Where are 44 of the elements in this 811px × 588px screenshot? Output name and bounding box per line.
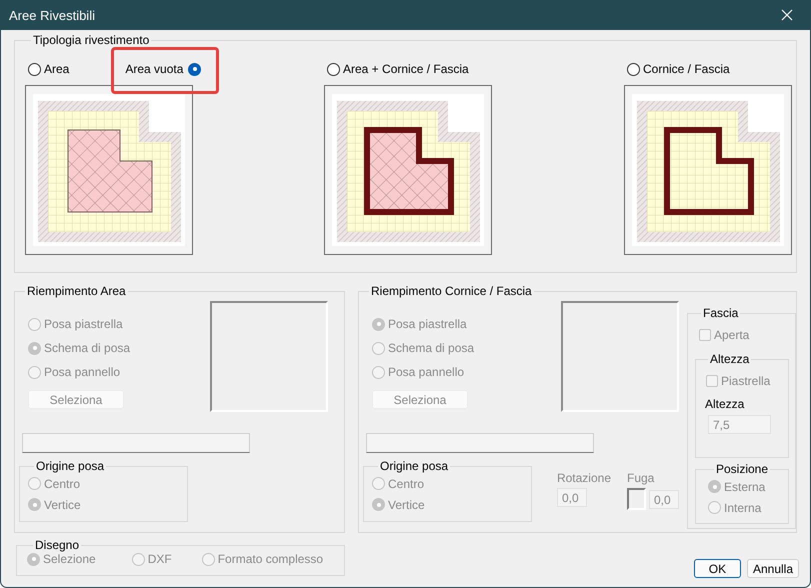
radio-label: Area + Cornice / Fascia bbox=[343, 62, 469, 76]
radio-button[interactable] bbox=[627, 62, 640, 76]
close-icon[interactable] bbox=[781, 9, 793, 21]
radio-label: Centro bbox=[44, 476, 80, 490]
height-label: Altezza bbox=[705, 397, 746, 411]
radio-label: Vertice bbox=[388, 498, 425, 512]
name-field[interactable] bbox=[22, 433, 250, 453]
checkbox-label: Piastrella bbox=[721, 374, 770, 388]
radio-label: Cornice / Fascia bbox=[643, 62, 730, 76]
group-title: Riempimento Area bbox=[26, 284, 127, 298]
radio-button[interactable] bbox=[188, 62, 202, 76]
radio-label: Centro bbox=[388, 476, 424, 490]
radio-label: Area bbox=[44, 62, 70, 76]
radio-label: DXF bbox=[148, 552, 172, 566]
radio-label: Vertice bbox=[44, 498, 81, 512]
group-title: Riempimento Cornice / Fascia bbox=[370, 284, 533, 298]
dialog-button[interactable]: OK bbox=[694, 559, 741, 578]
radio-button[interactable] bbox=[28, 62, 41, 76]
group-title: Posizione bbox=[715, 462, 770, 476]
radio-button[interactable] bbox=[327, 62, 340, 76]
radio-label: Posa piastrella bbox=[44, 317, 123, 331]
group-title: Origine posa bbox=[379, 459, 450, 473]
radio-label: Area vuota bbox=[125, 62, 184, 76]
radio-label: Posa piastrella bbox=[388, 317, 467, 331]
radio-label: Schema di posa bbox=[44, 341, 130, 355]
group-title: Altezza bbox=[709, 352, 750, 366]
radio-label: Esterna bbox=[724, 480, 766, 494]
group-title: Disegno bbox=[34, 538, 80, 552]
radio-label: Schema di posa bbox=[388, 341, 474, 355]
color-swatch[interactable] bbox=[627, 488, 646, 510]
radio-label: Selezione bbox=[43, 552, 96, 566]
radio-label: Posa pannello bbox=[44, 365, 120, 379]
joint-label: Fuga bbox=[627, 471, 656, 485]
group-title: Tipologia rivestimento bbox=[32, 33, 150, 47]
checkbox-label: Aperta bbox=[714, 328, 750, 342]
radio-label: Formato complesso bbox=[218, 552, 324, 566]
window-title: Aree Rivestibili bbox=[9, 8, 95, 22]
group-title: Origine posa bbox=[35, 459, 106, 473]
dialog-button[interactable]: Annulla bbox=[746, 559, 799, 578]
radio-label: Interna bbox=[724, 500, 762, 514]
radio-label: Posa pannello bbox=[388, 365, 464, 379]
group-title: Fascia bbox=[702, 306, 740, 320]
rotation-label: Rotazione bbox=[556, 471, 611, 485]
name-field[interactable] bbox=[366, 433, 594, 453]
